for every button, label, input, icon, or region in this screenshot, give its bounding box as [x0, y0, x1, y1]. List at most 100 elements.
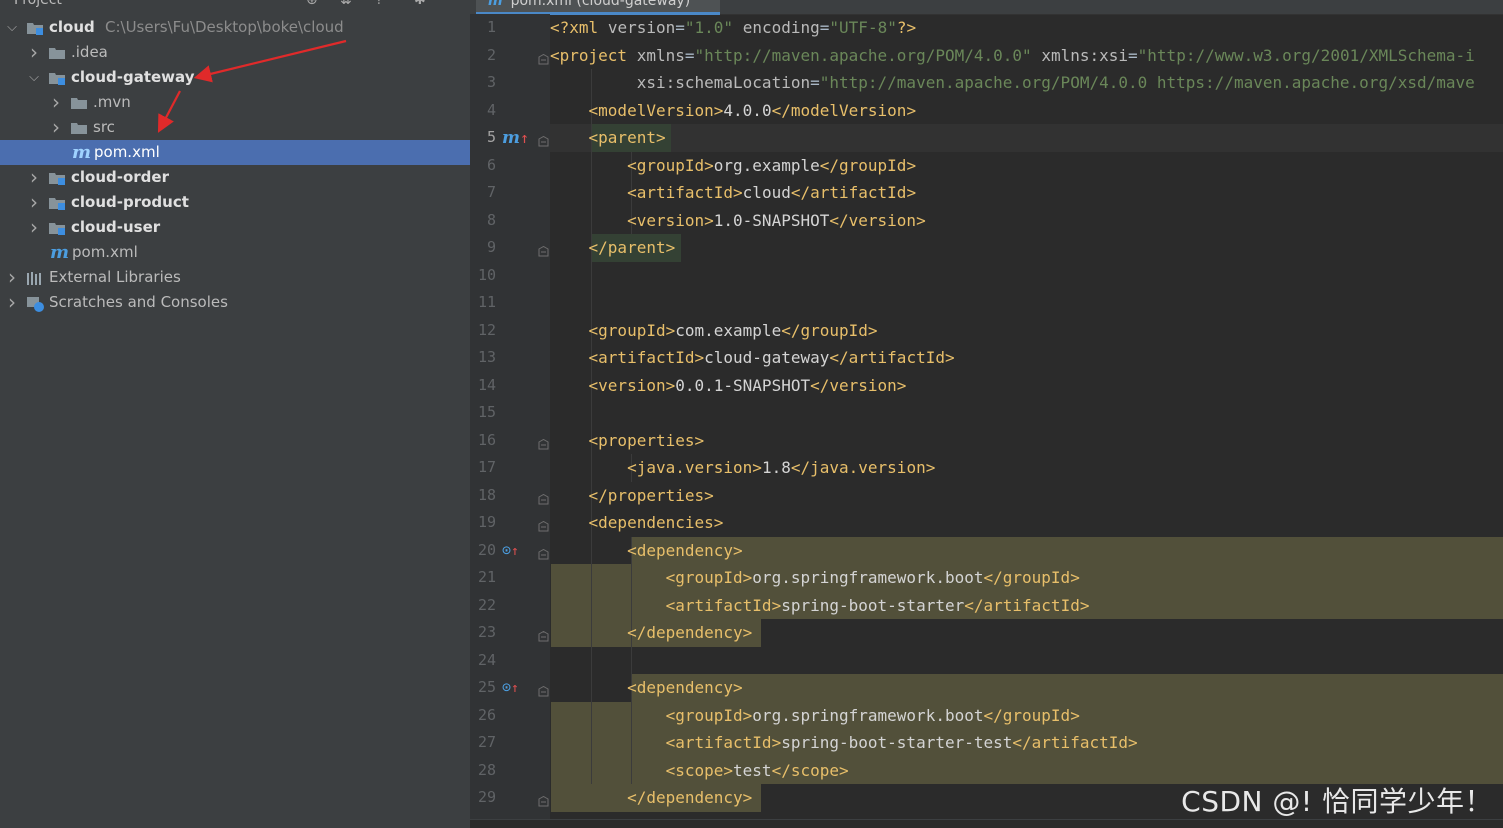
module-folder-icon — [49, 172, 66, 185]
project-panel: Project ⊕ ⇊ ⇡ ✱ ⌵ cloud C:\Users\Fu\Deskto… — [0, 0, 470, 828]
code-line[interactable]: <artifactId>spring-boot-starter</artifac… — [550, 592, 1090, 620]
dependency-highlight — [631, 536, 1503, 564]
folder-icon — [49, 47, 66, 59]
code-line[interactable]: <project xmlns="http://maven.apache.org/… — [550, 42, 1475, 70]
code-line[interactable]: <dependency> — [550, 537, 743, 565]
code-line[interactable]: </properties> — [550, 482, 714, 510]
tree-item-label: cloud-product — [71, 193, 189, 211]
code-line[interactable]: <artifactId>spring-boot-starter-test</ar… — [550, 729, 1138, 757]
line-number: 26 — [477, 705, 496, 724]
chevron-right-icon[interactable]: › — [50, 115, 62, 140]
code-line[interactable]: <parent> — [550, 124, 666, 152]
line-number: 16 — [477, 430, 496, 449]
chevron-right-icon[interactable]: › — [6, 265, 18, 290]
code-line[interactable]: <dependencies> — [550, 509, 724, 537]
tree-item-label: External Libraries — [49, 268, 181, 286]
tree-item-mvn[interactable]: › .mvn — [0, 90, 470, 115]
code-line[interactable]: <version>0.0.1-SNAPSHOT</version> — [550, 372, 907, 400]
code-line[interactable]: </dependency> — [550, 619, 752, 647]
tree-item-cloud-order[interactable]: › cloud-order — [0, 165, 470, 190]
line-number: 17 — [477, 458, 496, 476]
fold-marker-icon[interactable] — [538, 792, 549, 807]
tree-item-src[interactable]: › src — [0, 115, 470, 140]
maven-dependency-icon[interactable]: ⊙↑ — [502, 678, 519, 696]
horizontal-scrollbar[interactable] — [470, 819, 1503, 828]
module-folder-icon — [49, 222, 66, 235]
code-line[interactable]: <version>1.0-SNAPSHOT</version> — [550, 207, 926, 235]
code-line[interactable]: <groupId>com.example</groupId> — [550, 317, 878, 345]
maven-icon: m — [488, 0, 503, 9]
tree-item-scratches-and-consoles[interactable]: › Scratches and Consoles — [0, 290, 470, 315]
line-number: 8 — [486, 210, 496, 229]
line-number: 19 — [477, 513, 496, 531]
code-line[interactable]: <artifactId>cloud</artifactId> — [550, 179, 916, 207]
tree-item-pom-xml[interactable]: m pom.xml — [0, 240, 470, 265]
tree-item-label: cloud-gateway — [71, 68, 195, 86]
tree-item-external-libraries[interactable]: › External Libraries — [0, 265, 470, 290]
line-number: 5 — [486, 128, 496, 146]
folder-icon — [71, 122, 88, 134]
code-line[interactable]: <properties> — [550, 427, 705, 455]
code-line[interactable]: <artifactId>cloud-gateway</artifactId> — [550, 344, 955, 372]
line-number: 13 — [477, 348, 496, 366]
settings-icon[interactable]: ✱ — [414, 0, 426, 8]
line-number: 2 — [486, 45, 496, 64]
line-number: 22 — [477, 595, 496, 614]
chevron-right-icon[interactable]: › — [6, 290, 18, 315]
line-number: 11 — [477, 293, 496, 311]
line-number: 10 — [477, 265, 496, 284]
add-icon[interactable]: ⊕ — [306, 0, 318, 8]
fold-marker-icon[interactable] — [538, 545, 549, 559]
code-line[interactable]: <groupId>org.example</groupId> — [550, 152, 916, 180]
tree-item-cloud-product[interactable]: › cloud-product — [0, 190, 470, 215]
code-area[interactable]: <?xml version="1.0" encoding="UTF-8"?> <p… — [550, 14, 1503, 828]
tree-item-label: cloud-user — [71, 218, 161, 236]
chevron-right-icon[interactable]: › — [28, 40, 40, 65]
current-line-highlight — [550, 124, 1503, 152]
line-number: 29 — [477, 788, 496, 806]
code-line[interactable]: <groupId>org.springframework.boot</group… — [550, 702, 1080, 730]
project-path: C:\Users\Fu\Desktop\boke\cloud — [105, 18, 344, 36]
fold-marker-icon[interactable] — [538, 682, 549, 697]
tree-item-cloud[interactable]: ⌵ cloud C:\Users\Fu\Desktop\boke\cloud — [0, 15, 470, 40]
tree-item-label: Scratches and Consoles — [49, 293, 228, 311]
line-number: 7 — [486, 183, 496, 201]
maven-icon: m — [50, 242, 70, 263]
fold-marker-icon[interactable] — [538, 132, 549, 147]
maven-parent-override-icon[interactable]: m↑ — [502, 128, 529, 148]
expand-icon[interactable]: ⇡ — [373, 0, 385, 8]
tree-item-pom-xml[interactable]: m pom.xml — [0, 140, 470, 165]
chevron-right-icon[interactable]: › — [28, 215, 40, 240]
line-number: 6 — [486, 155, 496, 174]
code-line[interactable]: </parent> — [550, 234, 676, 262]
tree-item-cloud-user[interactable]: › cloud-user — [0, 215, 470, 240]
maven-dependency-icon[interactable]: ⊙↑ — [502, 541, 519, 559]
code-line[interactable]: <scope>test</scope> — [550, 757, 849, 785]
code-line[interactable]: <?xml version="1.0" encoding="UTF-8"?> — [550, 14, 916, 42]
code-line[interactable]: </dependency> — [550, 784, 752, 812]
chevron-right-icon[interactable]: › — [28, 165, 40, 190]
chevron-down-icon[interactable]: ⌵ — [6, 15, 18, 40]
code-line[interactable]: <dependency> — [550, 674, 743, 702]
fold-marker-icon[interactable] — [538, 50, 549, 64]
tree-item-idea[interactable]: › .idea — [0, 40, 470, 65]
fold-marker-icon[interactable] — [538, 242, 549, 257]
code-line[interactable]: <java.version>1.8</java.version> — [550, 454, 935, 482]
line-number: 24 — [477, 650, 496, 669]
chevron-right-icon[interactable]: › — [50, 90, 62, 115]
fold-marker-icon[interactable] — [538, 517, 549, 532]
fold-marker-icon[interactable] — [538, 435, 549, 449]
code-line[interactable]: xsi:schemaLocation="http://maven.apache.… — [550, 69, 1475, 97]
editor-tab[interactable]: m pom.xml (cloud-gateway) — [476, 0, 720, 15]
project-panel-title[interactable]: Project — [14, 0, 62, 8]
module-folder-icon — [49, 72, 66, 85]
tree-item-cloud-gateway[interactable]: ⌵ cloud-gateway — [0, 65, 470, 90]
module-folder-icon — [27, 22, 44, 35]
code-line[interactable]: <modelVersion>4.0.0</modelVersion> — [550, 97, 917, 125]
chevron-down-icon[interactable]: ⌵ — [28, 65, 40, 90]
chevron-right-icon[interactable]: › — [28, 190, 40, 215]
fold-marker-icon[interactable] — [538, 490, 549, 504]
collapse-icon[interactable]: ⇊ — [340, 0, 352, 8]
fold-marker-icon[interactable] — [538, 627, 549, 642]
code-line[interactable]: <groupId>org.springframework.boot</group… — [550, 564, 1080, 592]
